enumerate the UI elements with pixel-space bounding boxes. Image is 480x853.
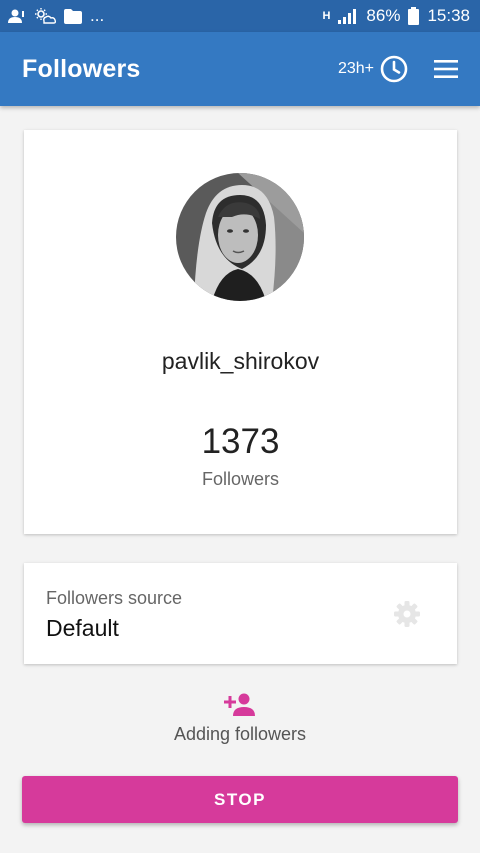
followers-label: Followers <box>201 469 280 489</box>
folder-icon <box>64 8 82 24</box>
app-bar: Followers 23h+ <box>0 32 480 106</box>
profile-card: pavlik_shirokov 1373 Followers <box>24 130 457 534</box>
app-bar-actions: 23h+ <box>338 55 458 83</box>
status-bar-left: ... <box>8 6 104 26</box>
menu-icon[interactable] <box>434 60 458 78</box>
battery-percent: 86% <box>366 6 401 25</box>
weather-icon <box>35 8 56 24</box>
notification-person-icon <box>8 9 24 23</box>
avatar[interactable] <box>176 173 304 301</box>
followers-source-label: Followers source <box>46 588 183 608</box>
status-bar-right: H 86% 15:38 <box>322 6 470 26</box>
signal-icon <box>338 9 357 24</box>
followers-source-card[interactable]: Followers source Default <box>24 563 457 664</box>
followers-source-value: Default <box>46 615 119 641</box>
page-title: Followers <box>22 54 141 83</box>
battery-icon <box>408 7 420 25</box>
status-bar: ... H 86% 15:38 <box>0 0 480 32</box>
add-person-icon <box>224 693 255 716</box>
timer-label: 23h+ <box>337 60 374 77</box>
clock-icon[interactable] <box>380 55 408 83</box>
adding-followers-status: Adding followers <box>173 724 307 744</box>
clock-time: 15:38 <box>427 6 470 25</box>
network-type: H <box>322 10 331 22</box>
gear-icon[interactable] <box>394 601 420 627</box>
username: pavlik_shirokov <box>161 348 320 374</box>
status-overflow: ... <box>90 6 105 25</box>
followers-count: 1373 <box>201 422 280 461</box>
avatar-photo <box>176 173 304 301</box>
stop-button[interactable]: STOP <box>22 776 458 823</box>
